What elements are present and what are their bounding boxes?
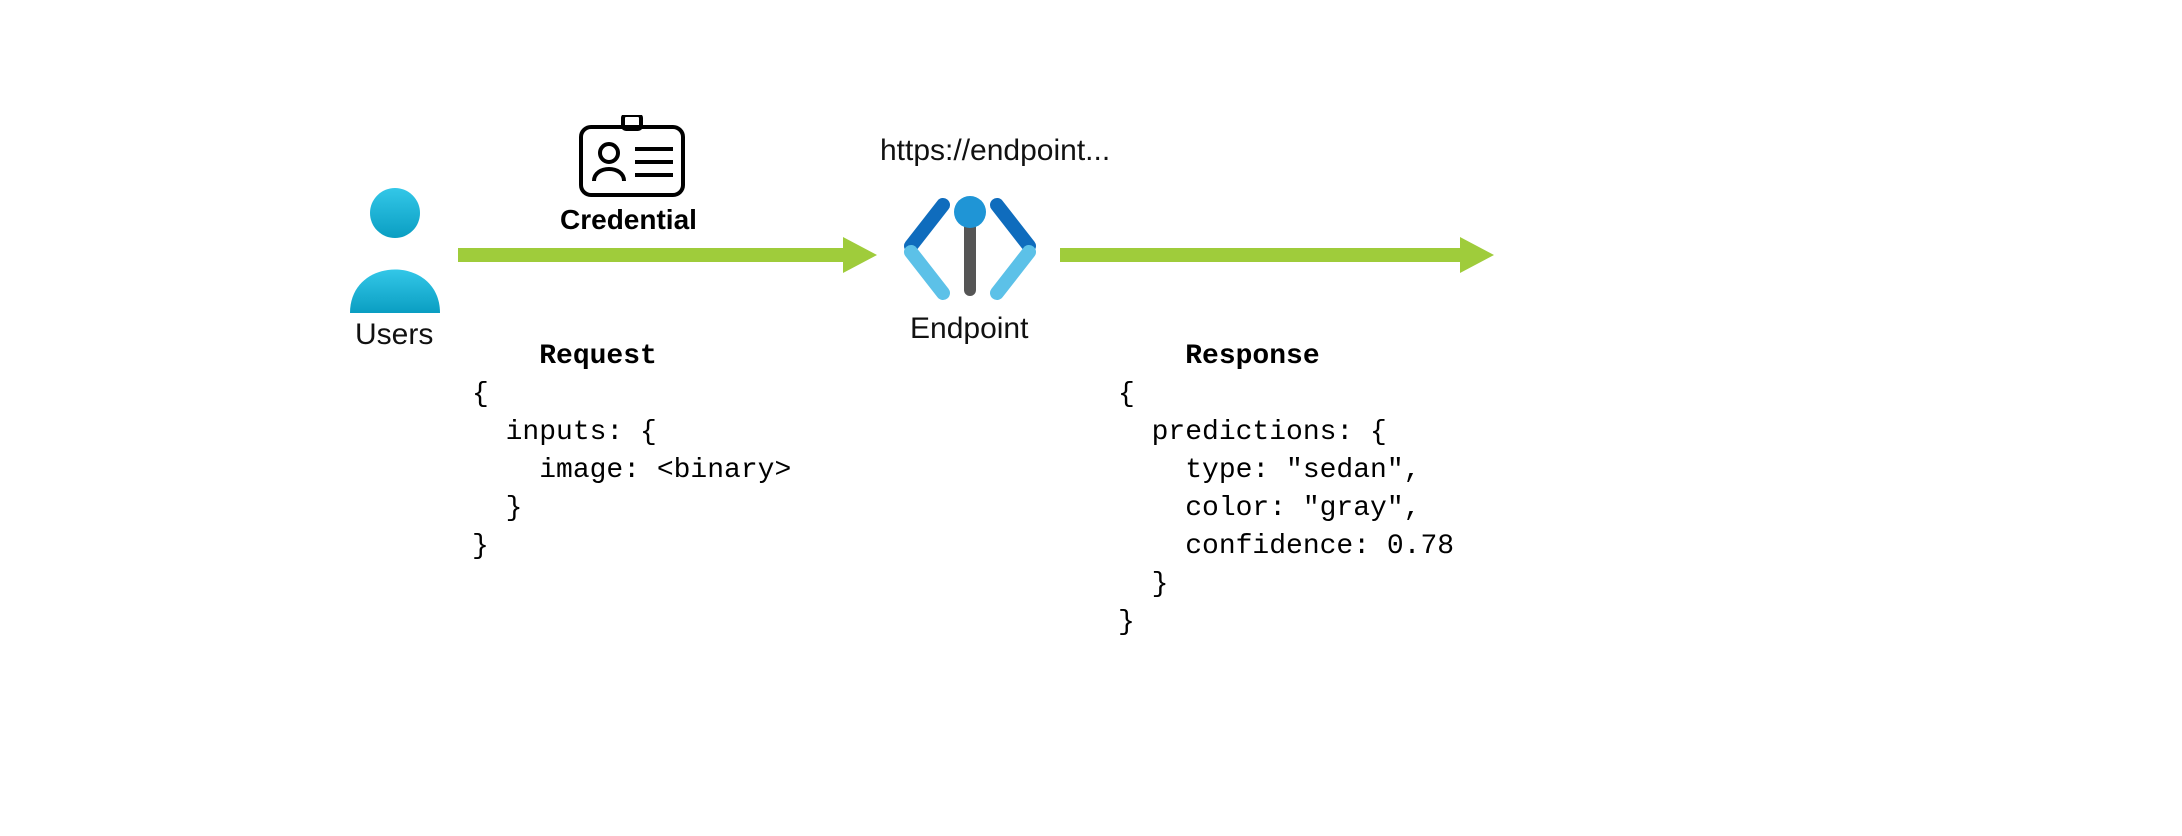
request-block: Request { inputs: { image: <binary> } } bbox=[472, 300, 791, 604]
response-l5: confidence: 0.78 bbox=[1118, 531, 1454, 562]
response-block: Response { predictions: { type: "sedan",… bbox=[1118, 300, 1454, 680]
request-l4: } bbox=[472, 493, 522, 524]
response-l2: predictions: { bbox=[1118, 417, 1387, 448]
user-icon bbox=[340, 185, 450, 320]
response-title: Response bbox=[1185, 341, 1319, 372]
arrow-response-head bbox=[1460, 237, 1494, 273]
credential-label: Credential bbox=[560, 204, 697, 236]
endpoint-icon bbox=[895, 190, 1045, 315]
endpoint-url: https://endpoint... bbox=[880, 134, 1110, 168]
request-title: Request bbox=[539, 341, 657, 372]
arrow-response bbox=[1060, 248, 1460, 262]
response-l7: } bbox=[1118, 607, 1135, 638]
request-l1: { bbox=[472, 379, 489, 410]
arrow-request bbox=[458, 248, 843, 262]
request-l5: } bbox=[472, 531, 489, 562]
arrow-request-head bbox=[843, 237, 877, 273]
diagram-stage: Users Credential Request { inputs: { ima… bbox=[0, 0, 2182, 836]
users-label: Users bbox=[355, 318, 433, 352]
response-l4: color: "gray", bbox=[1118, 493, 1420, 524]
request-l2: inputs: { bbox=[472, 417, 657, 448]
response-l6: } bbox=[1118, 569, 1168, 600]
request-l3: image: <binary> bbox=[472, 455, 791, 486]
response-l1: { bbox=[1118, 379, 1135, 410]
endpoint-label: Endpoint bbox=[910, 312, 1028, 346]
credential-icon bbox=[577, 115, 687, 205]
response-l3: type: "sedan", bbox=[1118, 455, 1420, 486]
